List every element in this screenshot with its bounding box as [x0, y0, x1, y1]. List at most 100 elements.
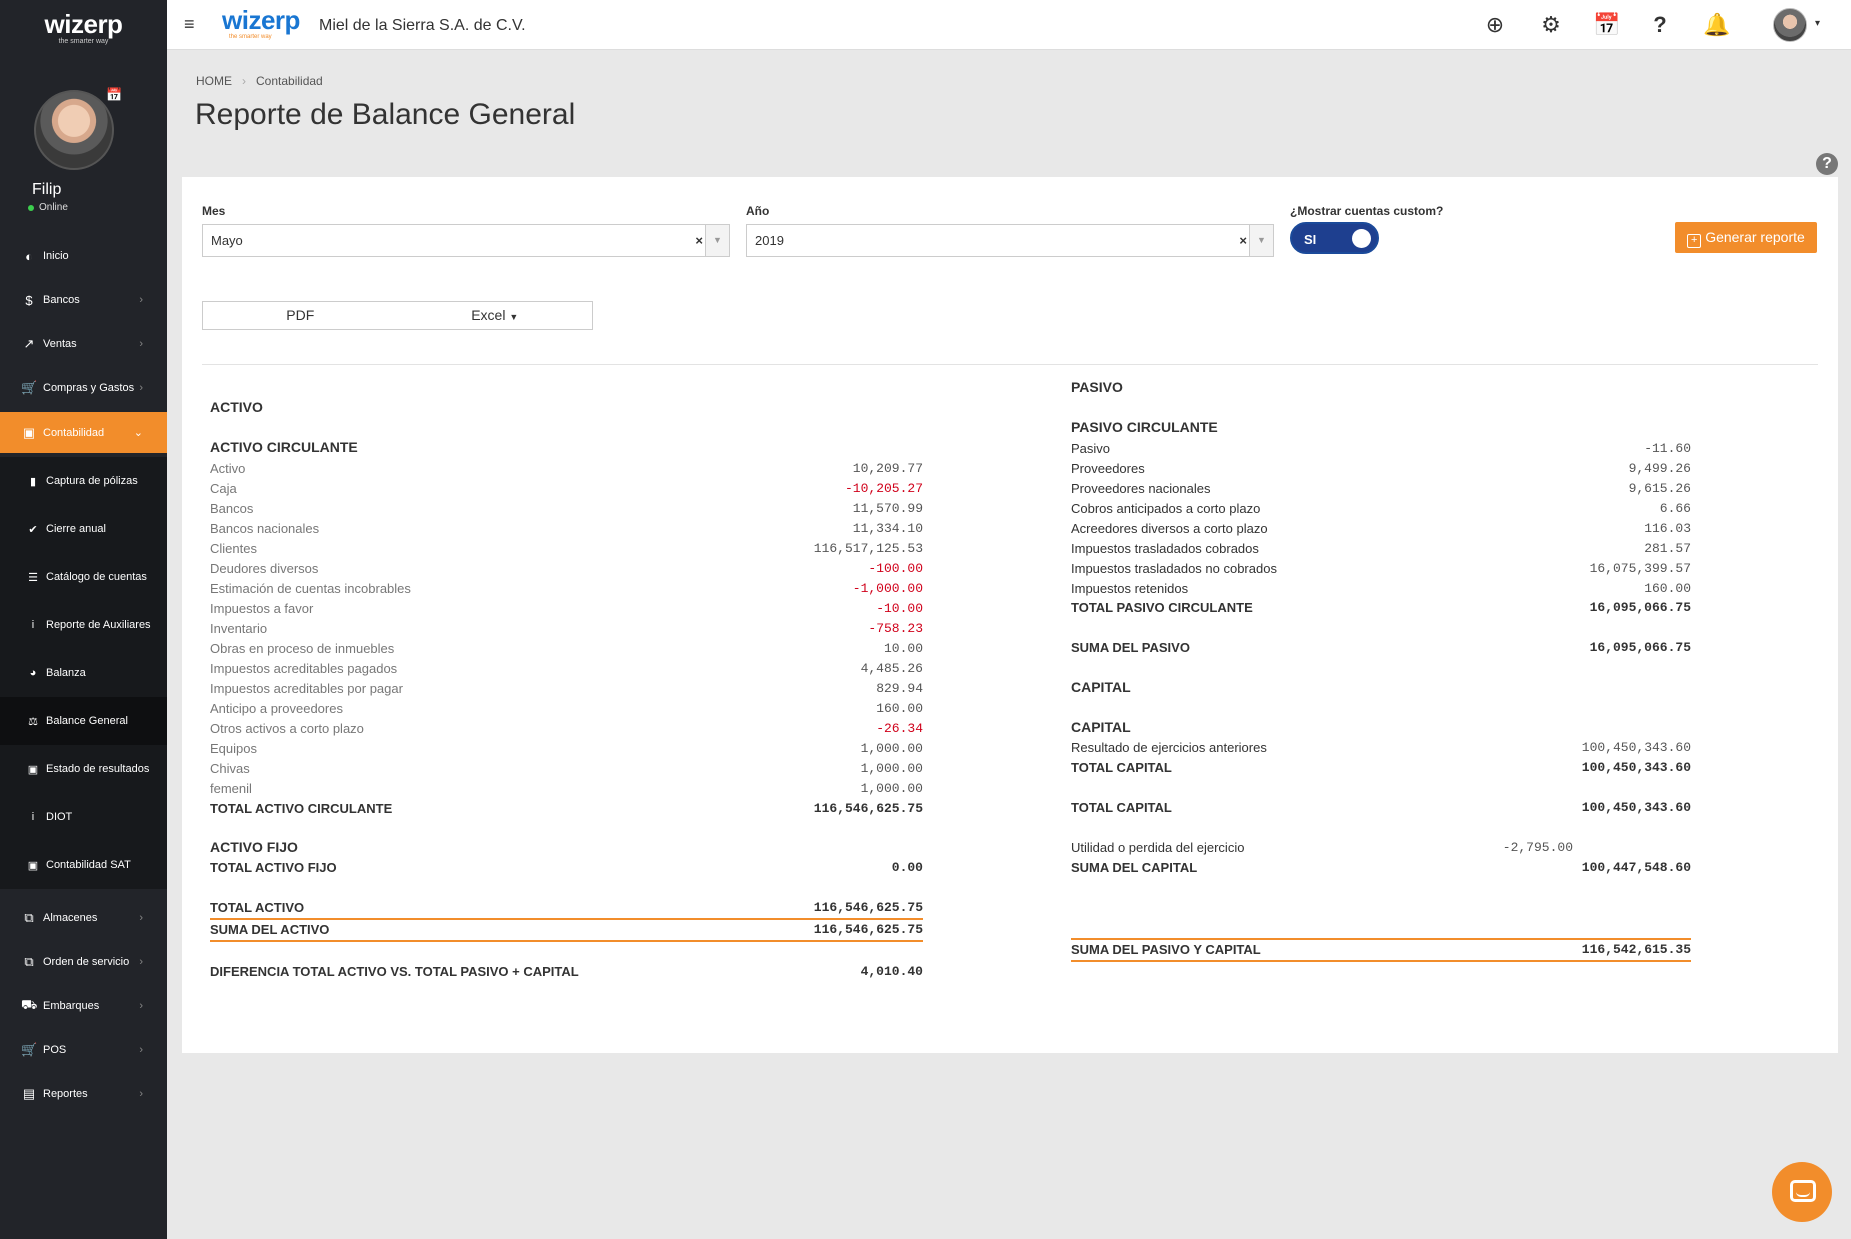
capital-heading: CAPITAL	[1071, 679, 1131, 695]
caret-down-icon: ▼	[509, 312, 519, 322]
row-label: Inventario	[210, 621, 268, 636]
add-circle-icon[interactable]: ⊕	[1482, 12, 1508, 38]
chat-launcher[interactable]	[1772, 1162, 1832, 1222]
year-label: Año	[746, 204, 770, 218]
year-select[interactable]: 2019 × ▼	[746, 224, 1274, 257]
company-name[interactable]: Miel de la Sierra S.A. de C.V.	[319, 17, 526, 35]
sidebar-subitem-label: Reporte de Auxiliares	[46, 619, 151, 631]
sidebar-subitem-balance-general[interactable]: ⚖ Balance General	[0, 697, 167, 745]
account-row: Impuestos trasladados no cobrados 16,075,…	[1071, 559, 1691, 579]
row-value: 116,546,625.75	[813, 900, 923, 915]
account-row: Estimación de cuentas incobrables -1,000.…	[210, 579, 923, 599]
sidebar-item-contabilidad[interactable]: ▣ Contabilidad ⌄	[0, 412, 167, 453]
sidebar-subitem-auxiliares[interactable]: i Reporte de Auxiliares	[0, 601, 167, 649]
clear-icon[interactable]: ×	[695, 225, 703, 256]
dollar-icon: $	[25, 292, 33, 308]
sidebar-item-bancos[interactable]: $ Bancos ›	[0, 280, 167, 320]
question-icon[interactable]: ?	[1647, 12, 1673, 38]
copy-icon: ⧉	[24, 954, 34, 969]
pdf-button[interactable]: PDF	[203, 302, 398, 329]
hamburger-menu-icon[interactable]: ≡	[184, 14, 195, 35]
row-value: -100.00	[868, 561, 923, 576]
row-label: SUMA DEL ACTIVO	[210, 922, 330, 937]
pdf-label: PDF	[286, 307, 315, 323]
row-value: 116.03	[1644, 521, 1691, 536]
pie-chart-icon: ◕	[29, 667, 37, 679]
account-row: Chivas 1,000.00	[210, 759, 923, 779]
row-value: 100,450,343.60	[1581, 800, 1691, 815]
row-value: 11,334.10	[852, 521, 923, 536]
help-icon[interactable]: ?	[1816, 153, 1838, 175]
chevron-right-icon: ›	[139, 956, 143, 968]
sidebar-item-ventas[interactable]: ↗ Ventas ›	[0, 324, 167, 364]
user-avatar[interactable]	[34, 90, 114, 170]
gears-icon[interactable]: ⚙	[1538, 12, 1564, 38]
sidebar-item-almacenes[interactable]: ⧉ Almacenes ›	[0, 898, 167, 938]
toggle-label: SI	[1304, 232, 1317, 247]
breadcrumb: HOME › Contabilidad	[196, 74, 323, 88]
total-activo-fijo-row: TOTAL ACTIVO FIJO 0.00	[210, 858, 923, 878]
sidebar-item-label: Inicio	[43, 250, 69, 262]
sidebar-subitem-estado-resultados[interactable]: ▣ Estado de resultados	[0, 745, 167, 793]
sidebar-subitem-captura[interactable]: ▮ Captura de pólizas	[0, 457, 167, 505]
pasivo-circulante-heading: PASIVO CIRCULANTE	[1071, 419, 1218, 435]
row-label: Bancos nacionales	[210, 521, 320, 536]
sidebar-brand[interactable]: wizerp the smarter way	[0, 0, 167, 55]
row-label: Impuestos trasladados cobrados	[1071, 541, 1259, 556]
suma-activo-row: SUMA DEL ACTIVO 116,546,625.75	[210, 920, 923, 940]
line-chart-icon: ↗	[23, 336, 35, 351]
account-row: Anticipo a proveedores 160.00	[210, 699, 923, 719]
custom-accounts-toggle[interactable]: SI	[1290, 222, 1379, 254]
sidebar-item-pos[interactable]: 🛒 POS ›	[0, 1030, 167, 1070]
breadcrumb-current[interactable]: Contabilidad	[256, 74, 323, 88]
topbar-logo[interactable]: wizerp	[222, 7, 300, 33]
account-row: Bancos 11,570.99	[210, 499, 923, 519]
dropdown-arrow-icon[interactable]: ▼	[1249, 225, 1273, 256]
account-row: Cobros anticipados a corto plazo 6.66	[1071, 499, 1691, 519]
diferencia-row: DIFERENCIA TOTAL ACTIVO VS. TOTAL PASIVO…	[210, 962, 923, 982]
sidebar-item-inicio[interactable]: ◐ Inicio	[0, 236, 167, 276]
sidebar-item-embarques[interactable]: ⛟ Embarques ›	[0, 986, 167, 1026]
sidebar-subitem-balanza[interactable]: ◕ Balanza	[0, 649, 167, 697]
dropdown-arrow-icon[interactable]: ▼	[705, 225, 729, 256]
pasivo-heading: PASIVO	[1071, 379, 1123, 395]
row-label: TOTAL ACTIVO	[210, 900, 305, 915]
account-row: Deudores diversos -100.00	[210, 559, 923, 579]
row-label: Obras en proceso de inmuebles	[210, 641, 395, 656]
account-row: Activo 10,209.77	[210, 459, 923, 479]
sidebar-subitem-contabilidad-sat[interactable]: ▣ Contabilidad SAT	[0, 841, 167, 889]
caret-down-icon[interactable]: ▾	[1815, 18, 1820, 29]
sidebar-item-compras[interactable]: 🛒 Compras y Gastos ›	[0, 368, 167, 408]
month-select[interactable]: Mayo × ▼	[202, 224, 730, 257]
sidebar-item-reportes[interactable]: ▤ Reportes ›	[0, 1074, 167, 1114]
excel-dropdown-button[interactable]: Excel ▼	[398, 302, 593, 329]
sidebar-subitem-label: Catálogo de cuentas	[46, 571, 147, 583]
capital-sub-heading: CAPITAL	[1071, 719, 1131, 735]
sidebar-subitem-diot[interactable]: i DIOT	[0, 793, 167, 841]
calendar-icon[interactable]: 📅	[106, 87, 122, 103]
user-profile: 📅 Filip Online	[0, 55, 167, 215]
calendar-icon[interactable]: 📅	[1593, 12, 1620, 38]
row-label: Bancos	[210, 501, 254, 516]
sidebar-item-orden-servicio[interactable]: ⧉ Orden de servicio ›	[0, 942, 167, 982]
row-value: 829.94	[876, 681, 923, 696]
money-icon: ▣	[22, 424, 36, 440]
row-label: Impuestos a favor	[210, 601, 314, 616]
breadcrumb-home[interactable]: HOME	[196, 74, 232, 88]
topbar-avatar[interactable]	[1773, 8, 1807, 42]
sidebar-subitem-label: Balance General	[46, 715, 128, 727]
account-row: Otros activos a corto plazo -26.34	[210, 719, 923, 739]
row-value: -2,795.00	[1502, 840, 1573, 855]
row-value: 16,075,399.57	[1589, 561, 1691, 576]
clear-icon[interactable]: ×	[1239, 225, 1247, 256]
total-pasivo-circulante-row: TOTAL PASIVO CIRCULANTE 16,095,066.75	[1071, 598, 1691, 618]
sidebar-subitem-catalogo[interactable]: ☰ Catálogo de cuentas	[0, 553, 167, 601]
row-label: Utilidad o perdida del ejercicio	[1071, 840, 1245, 855]
sidebar-subitem-cierre[interactable]: ✔ Cierre anual	[0, 505, 167, 553]
bell-icon[interactable]: 🔔	[1703, 12, 1730, 38]
sidebar-subitem-label: Estado de resultados	[46, 763, 150, 775]
account-row: Impuestos trasladados cobrados 281.57	[1071, 539, 1691, 559]
generate-report-button[interactable]: + Generar reporte	[1675, 222, 1817, 253]
sidebar-logo[interactable]: wizerp	[45, 11, 123, 37]
online-dot-icon	[28, 204, 34, 211]
